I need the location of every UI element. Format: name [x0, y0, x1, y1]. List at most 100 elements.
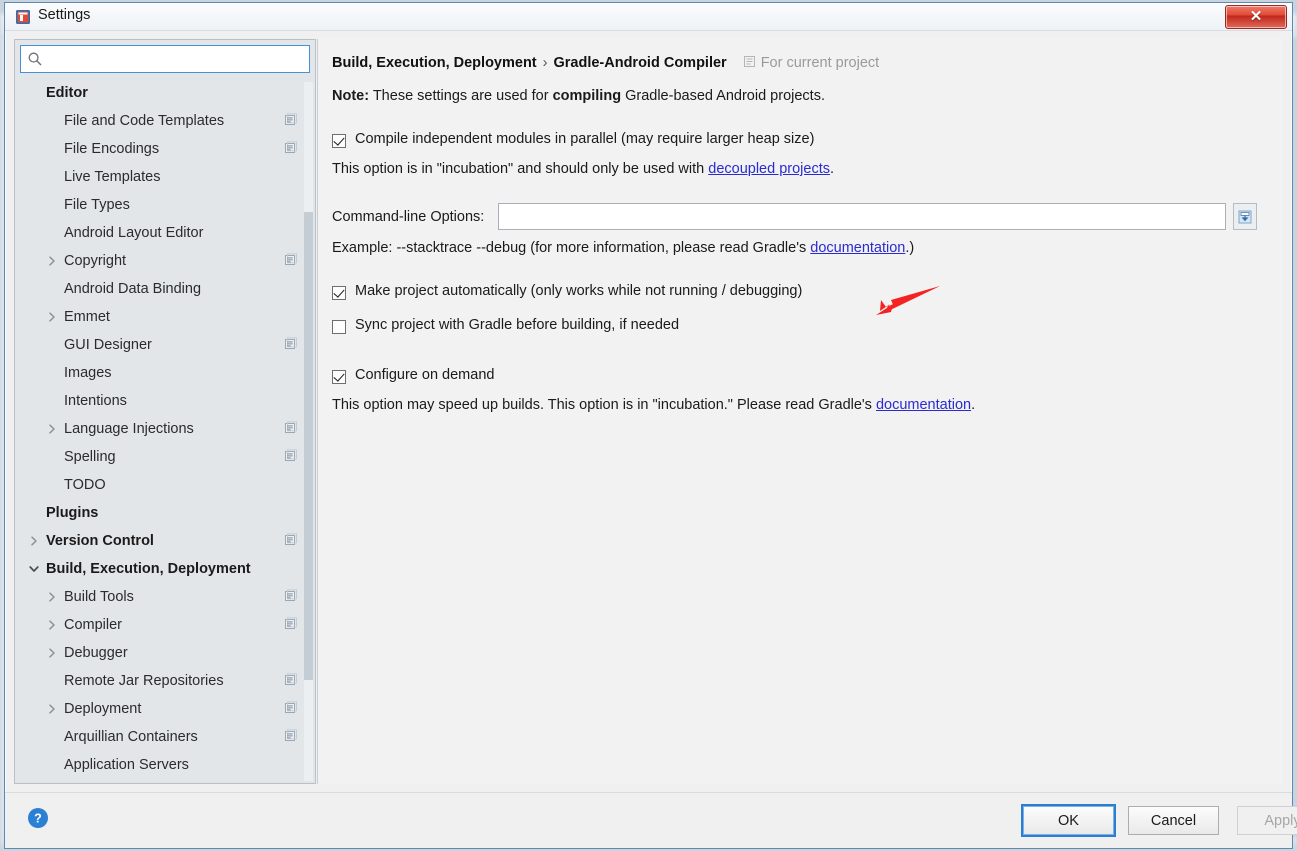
project-scope-icon	[284, 701, 298, 715]
chevron-right-icon[interactable]	[46, 591, 58, 603]
sidebar-item-label: Version Control	[46, 533, 154, 549]
sidebar-item-label: Remote Jar Repositories	[64, 673, 224, 689]
sidebar-item-label: Application Servers	[64, 757, 189, 773]
make-auto-option-group: Make project automatically (only works w…	[332, 283, 1265, 339]
sidebar-item-debugger[interactable]: Debugger	[16, 639, 314, 667]
sidebar-item-label: Build, Execution, Deployment	[46, 561, 251, 577]
chevron-right-icon[interactable]	[28, 535, 40, 547]
project-scope-icon	[284, 533, 298, 547]
sidebar-scrollbar-thumb[interactable]	[304, 212, 313, 680]
ok-button[interactable]: OK	[1021, 804, 1116, 837]
parallel-sub-pre: This option is in "incubation" and shoul…	[332, 161, 709, 177]
sync-project-with-gradle-checkbox[interactable]	[332, 320, 346, 334]
sidebar-item-images[interactable]: Images	[16, 359, 314, 387]
configure-on-demand-row[interactable]: Configure on demand	[332, 367, 1265, 389]
dialog-body: Editor File and Code Templates File Encodi…	[5, 31, 1292, 792]
intellij-icon	[15, 9, 31, 25]
chevron-right-icon[interactable]	[46, 619, 58, 631]
close-button[interactable]: ✕	[1225, 5, 1287, 29]
project-scope-icon	[284, 113, 298, 127]
sidebar-item-label: Deployment	[64, 701, 142, 717]
sidebar-item-language-injections[interactable]: Language Injections	[16, 415, 314, 443]
sidebar-item-label: Build Tools	[64, 589, 134, 605]
sidebar-item-intentions[interactable]: Intentions	[16, 387, 314, 415]
sidebar-item-live-templates[interactable]: Live Templates	[16, 163, 314, 191]
project-scope-icon	[743, 55, 756, 72]
sidebar-item-label: TODO	[64, 477, 106, 493]
make-auto-checkbox-row[interactable]: Make project automatically (only works w…	[332, 283, 1265, 305]
sidebar-item-copyright[interactable]: Copyright	[16, 247, 314, 275]
search-input[interactable]	[47, 47, 309, 71]
chevron-right-icon[interactable]	[46, 311, 58, 323]
settings-tree[interactable]: Editor File and Code Templates File Encodi…	[16, 79, 314, 782]
gradle-documentation-link-1[interactable]: documentation	[810, 240, 905, 256]
cfg-sub-pre: This option may speed up builds. This op…	[332, 397, 876, 413]
settings-note: Note: These settings are used for compil…	[332, 88, 1265, 104]
cancel-button[interactable]: Cancel	[1128, 806, 1219, 835]
parallel-checkbox-row[interactable]: Compile independent modules in parallel …	[332, 131, 1265, 153]
sidebar-item-version-control[interactable]: Version Control	[16, 527, 314, 555]
sidebar-item-arquillian-containers[interactable]: Arquillian Containers	[16, 723, 314, 751]
parallel-option-group: Compile independent modules in parallel …	[332, 131, 1265, 177]
sidebar-item-file-types[interactable]: File Types	[16, 191, 314, 219]
gradle-documentation-link-2[interactable]: documentation	[876, 397, 971, 413]
sidebar-item-label: Intentions	[64, 393, 127, 409]
sidebar-item-android-data-binding[interactable]: Android Data Binding	[16, 275, 314, 303]
dialog-titlebar: Settings ✕	[5, 3, 1292, 31]
project-scope-icon	[284, 673, 298, 687]
sidebar-item-label: Spelling	[64, 449, 116, 465]
parallel-checkbox[interactable]	[332, 134, 346, 148]
sidebar-item-deployment[interactable]: Deployment	[16, 695, 314, 723]
configure-on-demand-checkbox[interactable]	[332, 370, 346, 384]
sidebar-item-plugins[interactable]: Plugins	[16, 499, 314, 527]
sidebar-item-label: File and Code Templates	[64, 113, 225, 129]
sidebar-item-application-servers[interactable]: Application Servers	[16, 751, 314, 779]
cfg-sub-post: .	[971, 397, 976, 413]
make-project-automatically-checkbox[interactable]	[332, 286, 346, 300]
sidebar-item-editor[interactable]: Editor	[16, 79, 314, 107]
chevron-right-icon[interactable]	[46, 423, 58, 435]
expand-editor-button[interactable]	[1233, 203, 1258, 230]
sidebar-item-label: Copyright	[64, 253, 127, 269]
command-line-input[interactable]	[498, 203, 1227, 230]
sidebar-item-file-and-code-templates[interactable]: File and Code Templates	[16, 107, 314, 135]
search-box[interactable]	[20, 45, 310, 73]
close-icon: ✕	[1249, 8, 1263, 25]
sidebar-item-android-layout-editor[interactable]: Android Layout Editor	[16, 219, 314, 247]
sidebar-item-build-tools[interactable]: Build Tools	[16, 583, 314, 611]
sidebar-item-file-encodings[interactable]: File Encodings	[16, 135, 314, 163]
sidebar-item-build-execution-deployment[interactable]: Build, Execution, Deployment	[16, 555, 314, 583]
note-prefix: Note:	[332, 88, 370, 104]
sidebar-item-todo[interactable]: TODO	[16, 471, 314, 499]
example-post: .)	[905, 240, 915, 256]
expand-editor-icon	[1238, 210, 1252, 223]
example-pre: Example: --stacktrace --debug (for more …	[332, 240, 811, 256]
decoupled-projects-link[interactable]: decoupled projects	[708, 161, 830, 177]
sidebar-item-label: Editor	[46, 85, 88, 101]
chevron-down-icon[interactable]	[28, 563, 40, 575]
sidebar-item-label: Android Data Binding	[64, 281, 202, 297]
sidebar-item-spelling[interactable]: Spelling	[16, 443, 314, 471]
make-auto-label: Make project automatically (only works w…	[355, 283, 803, 299]
chevron-right-icon[interactable]	[46, 703, 58, 715]
breadcrumb-parent[interactable]: Build, Execution, Deployment	[332, 55, 537, 71]
sidebar-item-gui-designer[interactable]: GUI Designer	[16, 331, 314, 359]
settings-sidebar: Editor File and Code Templates File Encodi…	[14, 39, 316, 784]
sync-gradle-checkbox-row[interactable]: Sync project with Gradle before building…	[332, 317, 1265, 339]
sidebar-item-label: Debugger	[64, 645, 128, 661]
command-line-label: Command-line Options:	[332, 208, 485, 225]
sidebar-item-clouds[interactable]: Clouds	[16, 779, 314, 782]
project-scope-icon	[284, 589, 298, 603]
sidebar-item-emmet[interactable]: Emmet	[16, 303, 314, 331]
sidebar-item-compiler[interactable]: Compiler	[16, 611, 314, 639]
help-icon[interactable]: ?	[27, 807, 49, 829]
project-scope-icon	[284, 729, 298, 743]
search-icon	[27, 51, 43, 67]
breadcrumb: Build, Execution, Deployment › Gradle-An…	[332, 53, 1265, 73]
project-scope-icon	[284, 253, 298, 267]
note-text-part2: Gradle-based Android projects.	[621, 88, 825, 104]
sidebar-item-remote-jar-repositories[interactable]: Remote Jar Repositories	[16, 667, 314, 695]
chevron-right-icon[interactable]	[46, 255, 58, 267]
configure-on-demand-sub-text: This option may speed up builds. This op…	[332, 397, 1265, 413]
chevron-right-icon[interactable]	[46, 647, 58, 659]
